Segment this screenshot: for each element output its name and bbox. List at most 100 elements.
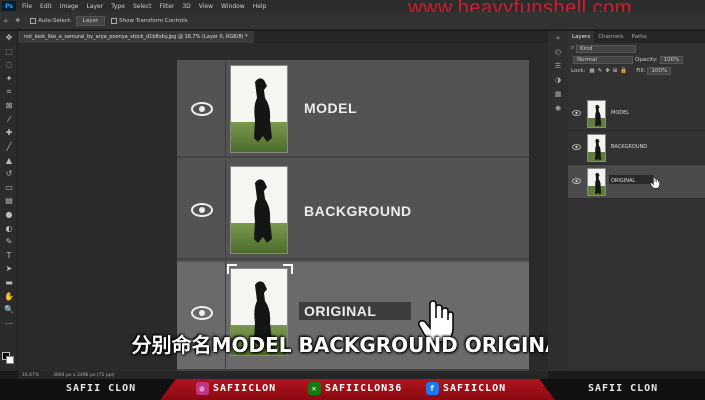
stamp-icon[interactable]: ▲: [0, 153, 18, 167]
transform-controls-label: Show Transform Controls: [119, 17, 188, 24]
footer-name-right: SAFII CLON: [588, 383, 659, 394]
layer-thumbnail: [587, 134, 606, 162]
panel-icon-strip: « ◴ ☰ ◑ ▦ ◉: [548, 31, 568, 371]
tab-channels[interactable]: Channels: [594, 31, 627, 43]
tools-panel: ✥ ⬚ ◌ ✦ ⌗ ⊠ ⁄ ✚ ╱ ▲ ↺ ▭ ▤ ● ◐ ✎ T ➤ ▬ ✋ …: [0, 31, 18, 371]
document-tab-bar: not_look_like_a_samurai_by_arya_poenya_s…: [18, 31, 548, 43]
eraser-icon[interactable]: ▭: [0, 181, 18, 195]
layer-row[interactable]: BACKGROUND: [568, 131, 705, 165]
dodge-icon[interactable]: ◐: [0, 221, 18, 235]
zoom-layer-label[interactable]: ORIGINAL: [304, 303, 376, 319]
layer-thumbnail: [587, 168, 606, 196]
layer-row-selected[interactable]: ORIGINAL: [568, 165, 705, 199]
layer-thumbnail: [230, 65, 288, 153]
eye-icon[interactable]: [191, 102, 213, 116]
lasso-icon[interactable]: ◌: [0, 58, 18, 72]
zoom-icon[interactable]: 🔍: [0, 303, 18, 317]
hand-icon[interactable]: ✋: [0, 289, 18, 303]
layer-thumbnail: [587, 100, 606, 128]
menu-help[interactable]: Help: [249, 3, 271, 10]
opacity-field[interactable]: 100%: [659, 55, 684, 64]
layer-name[interactable]: ORIGINAL: [611, 178, 635, 184]
move-icon[interactable]: ✥: [0, 31, 18, 45]
eye-icon[interactable]: [572, 110, 581, 116]
menu-view[interactable]: View: [195, 3, 217, 10]
properties-icon[interactable]: ☰: [548, 59, 568, 73]
move-tool-icon[interactable]: ✥: [16, 18, 21, 24]
tab-paths[interactable]: Paths: [628, 31, 651, 43]
auto-select-checkbox[interactable]: [30, 17, 37, 24]
menu-layer[interactable]: Layer: [82, 3, 107, 10]
menu-select[interactable]: Select: [129, 3, 156, 10]
kind-filter-dropdown[interactable]: Kind: [576, 44, 637, 53]
home-icon[interactable]: ⌂: [4, 18, 8, 24]
eye-icon[interactable]: [191, 306, 213, 320]
type-icon[interactable]: T: [0, 249, 18, 263]
selection-corner: [227, 264, 237, 274]
layer-name: BACKGROUND: [611, 144, 648, 150]
path-select-icon[interactable]: ➤: [0, 262, 18, 276]
fill-field[interactable]: 100%: [647, 66, 672, 75]
footer-name-left: SAFII CLON: [66, 383, 137, 394]
magic-wand-icon[interactable]: ✦: [0, 72, 18, 86]
social-instagram: ◎ SAFIICLON: [196, 382, 276, 395]
social-handle: SAFIICLON36: [325, 383, 403, 394]
menu-type[interactable]: Type: [107, 3, 129, 10]
zoom-layer-row-model: MODEL: [177, 60, 529, 158]
menu-3d[interactable]: 3D: [178, 3, 194, 10]
menu-file[interactable]: File: [18, 3, 36, 10]
auto-select-dropdown[interactable]: Layer: [75, 15, 106, 26]
status-bar: 16.67% 3664 px x 2496 px (72 ppi): [18, 371, 548, 379]
row-divider: [225, 60, 226, 156]
document-info: 3664 px x 2496 px (72 ppi): [53, 372, 115, 378]
eye-icon[interactable]: [572, 178, 581, 184]
fill-label: Fill:: [636, 67, 646, 74]
blend-mode-dropdown[interactable]: Normal: [573, 55, 633, 64]
frame-icon[interactable]: ⊠: [0, 99, 18, 113]
social-xbox: ✕ SAFIICLON36: [308, 382, 402, 395]
menu-edit[interactable]: Edit: [36, 3, 56, 10]
eyedropper-icon[interactable]: ⁄: [0, 113, 18, 127]
healing-icon[interactable]: ✚: [0, 126, 18, 140]
transform-controls-checkbox[interactable]: [111, 17, 118, 24]
facebook-icon: f: [426, 382, 439, 395]
adjustments-icon[interactable]: ◑: [548, 73, 568, 87]
layer-thumbnail: [230, 166, 288, 254]
social-handle: SAFIICLON: [443, 383, 507, 394]
panel-tabs: Layers Channels Paths: [568, 31, 705, 43]
swatches-icon[interactable]: ▦: [548, 87, 568, 101]
history-brush-icon[interactable]: ↺: [0, 167, 18, 181]
layer-name: MODEL: [611, 110, 630, 116]
opacity-label: Opacity:: [635, 56, 658, 63]
menu-window[interactable]: Window: [217, 3, 249, 10]
zoomed-layers-view: MODEL BACKGROUND ORIGINAL: [177, 60, 529, 371]
document-tab[interactable]: not_look_like_a_samurai_by_arya_poenya_s…: [18, 31, 254, 43]
options-bar: ⌂ ✥ Auto-Select: Layer Show Transform Co…: [0, 12, 705, 30]
history-icon[interactable]: ◴: [548, 45, 568, 59]
layer-row[interactable]: MODEL: [568, 97, 705, 131]
zoom-layer-label: MODEL: [304, 100, 358, 116]
marquee-icon[interactable]: ⬚: [0, 45, 18, 59]
tab-layers[interactable]: Layers: [568, 31, 595, 43]
search-icon: ⌕: [571, 45, 575, 51]
brush-icon[interactable]: ╱: [0, 140, 18, 154]
selection-corner: [283, 264, 293, 274]
social-handle: SAFIICLON: [213, 383, 277, 394]
collapse-icon[interactable]: «: [548, 31, 568, 45]
auto-select-label: Auto-Select:: [38, 17, 72, 24]
zoom-layer-row-background: BACKGROUND: [177, 160, 529, 260]
xbox-icon: ✕: [308, 382, 321, 395]
pen-icon[interactable]: ✎: [0, 235, 18, 249]
menu-filter[interactable]: Filter: [156, 3, 179, 10]
eye-icon[interactable]: [191, 203, 213, 217]
crop-icon[interactable]: ⌗: [0, 85, 18, 99]
row-divider: [225, 160, 226, 258]
gradient-icon[interactable]: ▤: [0, 194, 18, 208]
rectangle-icon[interactable]: ▬: [0, 276, 18, 290]
color-icon[interactable]: ◉: [548, 101, 568, 115]
menu-image[interactable]: Image: [56, 3, 83, 10]
eye-icon[interactable]: [572, 144, 581, 150]
blur-icon[interactable]: ●: [0, 208, 18, 222]
lock-icons[interactable]: ▦✎✥⊞🔒: [589, 68, 630, 74]
zoom-level[interactable]: 16.67%: [22, 373, 39, 378]
